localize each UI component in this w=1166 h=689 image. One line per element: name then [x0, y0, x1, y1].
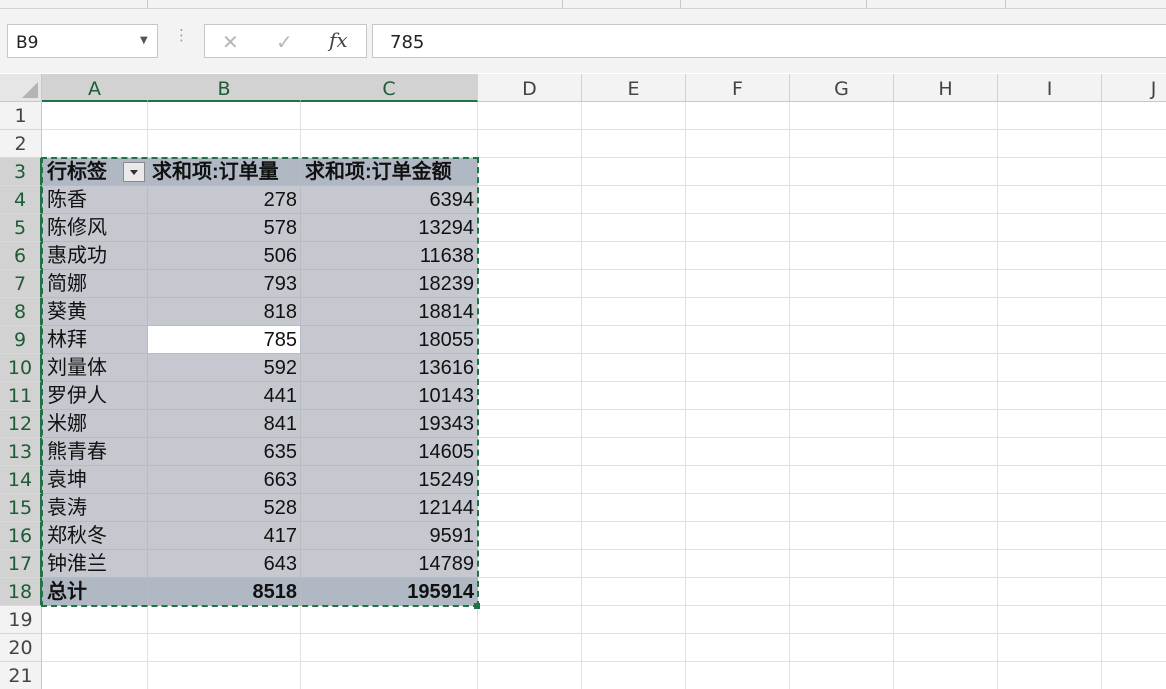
row-header-3[interactable]: 3: [0, 158, 42, 186]
row-header-10[interactable]: 10: [0, 354, 42, 382]
row-header-15[interactable]: 15: [0, 494, 42, 522]
drag-handle-icon[interactable]: ⋮: [174, 28, 189, 43]
column-gridline: [581, 102, 582, 689]
column-header-f[interactable]: F: [686, 74, 790, 102]
column-header-j[interactable]: J: [1102, 74, 1166, 102]
column-header-a[interactable]: A: [42, 74, 148, 102]
name-box-value: B9: [16, 33, 39, 53]
row-header-14[interactable]: 14: [0, 466, 42, 494]
formula-input[interactable]: 785: [372, 24, 1166, 58]
row-header-19[interactable]: 19: [0, 606, 42, 634]
column-gridline: [1101, 102, 1102, 689]
row-header-13[interactable]: 13: [0, 438, 42, 466]
cancel-icon[interactable]: ✕: [222, 30, 239, 54]
worksheet-grid[interactable]: ABCDEFGHIJ 1 2 3 4 5 6 7 8 9 10 11 12 13 14 15 16 17 18 19…: [0, 74, 1166, 689]
column-header-e[interactable]: E: [582, 74, 686, 102]
row-gridline: [42, 633, 1166, 634]
column-gridline: [789, 102, 790, 689]
name-box[interactable]: B9 ▼: [7, 24, 158, 58]
row-header-12[interactable]: 12: [0, 410, 42, 438]
row-header-6[interactable]: 6: [0, 242, 42, 270]
ribbon-separator: [1005, 0, 1006, 8]
row-gridline: [42, 661, 1166, 662]
insert-function-button[interactable]: fx: [329, 28, 348, 52]
ribbon-separator: [562, 0, 563, 8]
column-header-d[interactable]: D: [478, 74, 582, 102]
row-header-9[interactable]: 9: [0, 326, 42, 354]
column-gridline: [893, 102, 894, 689]
ribbon-separator: [866, 0, 867, 8]
row-header-11[interactable]: 11: [0, 382, 42, 410]
column-gridline: [685, 102, 686, 689]
column-gridline: [997, 102, 998, 689]
row-header-2[interactable]: 2: [0, 130, 42, 158]
row-header-17[interactable]: 17: [0, 550, 42, 578]
formula-buttons: ✕ ✓ fx: [204, 24, 367, 58]
column-header-h[interactable]: H: [894, 74, 998, 102]
row-gridline: [42, 129, 1166, 130]
ribbon-separator: [680, 0, 681, 8]
column-header-c[interactable]: C: [301, 74, 478, 102]
row-header-8[interactable]: 8: [0, 298, 42, 326]
row-header-5[interactable]: 5: [0, 214, 42, 242]
row-header-20[interactable]: 20: [0, 634, 42, 662]
formula-value: 785: [390, 32, 425, 53]
fill-handle[interactable]: [474, 603, 480, 609]
copy-marquee: [41, 157, 479, 607]
ribbon-separator: [147, 0, 148, 8]
column-header-g[interactable]: G: [790, 74, 894, 102]
column-header-i[interactable]: I: [998, 74, 1102, 102]
row-header-18[interactable]: 18: [0, 578, 42, 606]
chevron-down-icon[interactable]: ▼: [140, 35, 148, 46]
row-header-16[interactable]: 16: [0, 522, 42, 550]
column-header-b[interactable]: B: [148, 74, 301, 102]
enter-check-icon[interactable]: ✓: [276, 30, 293, 54]
ribbon-strip: [0, 0, 1166, 9]
row-header-21[interactable]: 21: [0, 662, 42, 689]
row-header-1[interactable]: 1: [0, 102, 42, 130]
row-header-7[interactable]: 7: [0, 270, 42, 298]
row-header-4[interactable]: 4: [0, 186, 42, 214]
select-all-button[interactable]: [0, 74, 42, 102]
